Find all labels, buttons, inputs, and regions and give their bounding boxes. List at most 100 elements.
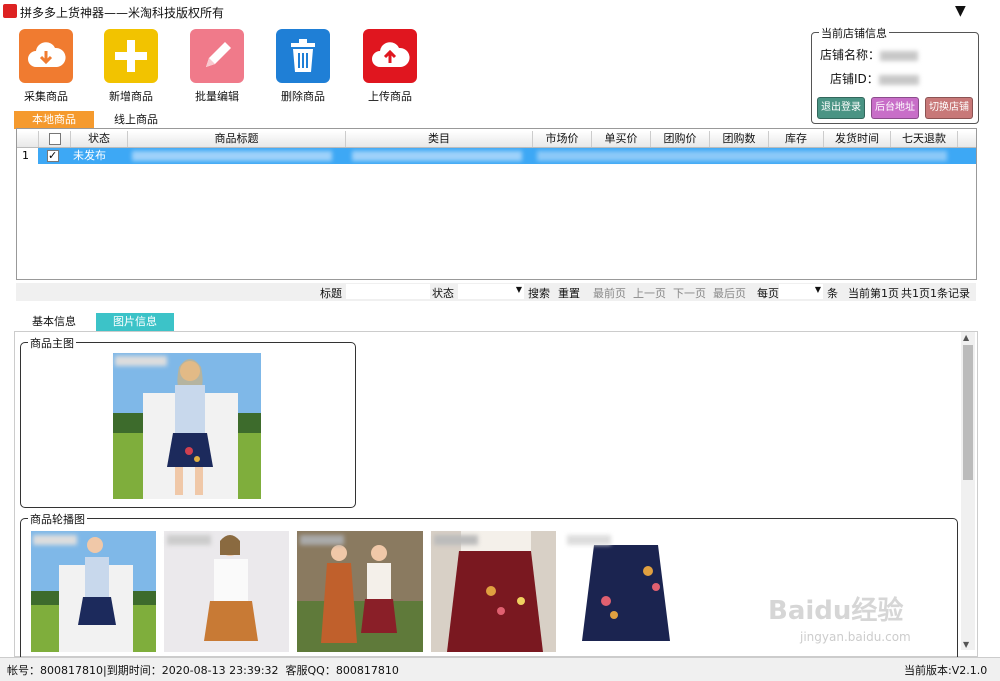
header-market-price[interactable]: 市场价 [533, 131, 592, 147]
status-bar: 帐号：800817810|到期时间：2020-08-13 23:39:32 客服… [0, 657, 1000, 681]
baidu-watermark: Baidu经验 [768, 596, 904, 626]
row-category-value [352, 151, 522, 161]
total-records-text: 共1页1条记录 [901, 287, 970, 300]
first-page-button[interactable]: 最前页 [593, 285, 626, 301]
delete-product-button[interactable]: 删除商品 [274, 29, 332, 104]
carousel-image-4[interactable] [431, 531, 556, 652]
title-filter-input[interactable] [346, 284, 430, 299]
status-dropdown-icon[interactable]: ▼ [516, 285, 522, 294]
trash-icon [276, 29, 330, 83]
main-image-legend: 商品主图 [28, 335, 76, 351]
batch-edit-button[interactable]: 批量编辑 [188, 29, 246, 104]
row-checkbox[interactable] [47, 148, 59, 164]
shop-name-label: 店铺名称： [820, 48, 881, 62]
carousel-legend: 商品轮播图 [28, 511, 87, 527]
main-image-caption [115, 354, 167, 367]
version-text: 当前版本:V2.1.0 [904, 664, 988, 677]
carousel-image-5[interactable] [564, 531, 689, 652]
carousel-caption-1-blur [33, 535, 77, 545]
next-page-button[interactable]: 下一页 [673, 285, 706, 301]
pager-bar: 标题 状态 ▼ 搜索 重置 最前页 上一页 下一页 最后页 每页 ▼ 条 当前第… [16, 283, 976, 301]
last-page-button[interactable]: 最后页 [713, 285, 746, 301]
scrollbar-thumb[interactable] [963, 345, 973, 480]
main-product-image[interactable] [113, 353, 261, 499]
tab-online-products[interactable]: 线上商品 [96, 111, 176, 129]
select-all-checkbox[interactable] [48, 133, 61, 145]
filter-title-label: 标题 [320, 287, 342, 300]
header-category[interactable]: 类目 [346, 131, 533, 147]
row-values-blurred [537, 151, 947, 161]
scroll-down-icon[interactable]: ▼ [963, 640, 969, 649]
tab-image-info[interactable]: 图片信息 [96, 313, 174, 331]
header-select-all[interactable] [39, 131, 71, 147]
row-status: 未发布 [73, 149, 106, 162]
upload-product-button[interactable]: 上传商品 [361, 29, 419, 104]
carousel-image-3[interactable] [297, 531, 423, 652]
current-page-text: 当前第1页 [848, 287, 899, 300]
carousel-caption-2 [167, 533, 211, 546]
filter-status-label: 状态 [432, 287, 454, 300]
title-bar: 拼多多上货神器——米淘科技版权所有 ▼ [0, 0, 1000, 22]
header-status[interactable]: 状态 [71, 131, 128, 147]
prev-page-button[interactable]: 上一页 [633, 285, 666, 301]
carousel-caption-2-blur [167, 535, 211, 545]
main-image-caption-blur [115, 356, 167, 366]
collect-product-button[interactable]: 采集商品 [17, 29, 75, 104]
upload-label: 上传商品 [368, 90, 412, 103]
per-page-label: 每页 [757, 287, 779, 300]
shop-name-row: 店铺名称： [820, 46, 919, 63]
header-group-price[interactable]: 团购价 [651, 131, 710, 147]
window-menu-icon[interactable]: ▼ [955, 3, 966, 19]
scroll-up-icon[interactable]: ▲ [963, 333, 969, 342]
row-select[interactable] [47, 148, 67, 164]
header-group-count[interactable]: 团购数 [710, 131, 769, 147]
header-ship-time[interactable]: 发货时间 [824, 131, 891, 147]
carousel-caption-5 [567, 533, 611, 546]
header-single-price[interactable]: 单买价 [592, 131, 651, 147]
add-label: 新增商品 [109, 90, 153, 103]
carousel-image-1[interactable] [31, 531, 156, 652]
product-grid: 状态 商品标题 类目 市场价 单买价 团购价 团购数 库存 发货时间 七天退款 … [16, 128, 977, 280]
baidu-watermark-url: jingyan.baidu.com [800, 630, 911, 644]
pencil-icon [190, 29, 244, 83]
grid-header: 状态 商品标题 类目 市场价 单买价 团购价 团购数 库存 发货时间 七天退款 [17, 131, 976, 148]
header-title[interactable]: 商品标题 [128, 131, 346, 147]
shop-id-value [878, 74, 919, 85]
carousel-caption-4 [434, 533, 478, 546]
carousel-image-2[interactable] [164, 531, 289, 652]
header-index [17, 131, 39, 147]
tab-local-products[interactable]: 本地商品 [14, 111, 94, 129]
shop-info-legend: 当前店铺信息 [819, 25, 889, 41]
reset-button[interactable]: 重置 [558, 285, 580, 301]
account-info-text: 帐号：800817810|到期时间：2020-08-13 23:39:32 客服… [7, 664, 399, 677]
header-stock[interactable]: 库存 [769, 131, 824, 147]
status-filter-select[interactable]: ▼ [458, 284, 524, 299]
search-button[interactable]: 搜索 [528, 285, 550, 301]
cloud-upload-icon [363, 29, 417, 83]
carousel-caption-4-blur [434, 535, 478, 545]
table-row[interactable]: 1 未发布 [17, 148, 976, 164]
logout-button[interactable]: 退出登录 [817, 97, 865, 119]
carousel-caption-3-blur [300, 535, 344, 545]
row-values [537, 148, 957, 164]
carousel-caption-3 [300, 533, 344, 546]
collect-label: 采集商品 [24, 90, 68, 103]
add-product-button[interactable]: 新增商品 [102, 29, 160, 104]
plus-icon [104, 29, 158, 83]
row-index: 1 [17, 148, 38, 164]
row-category [352, 148, 527, 164]
per-page-select[interactable]: ▼ [779, 284, 823, 299]
header-refund[interactable]: 七天退款 [891, 131, 958, 147]
batch-edit-label: 批量编辑 [195, 90, 239, 103]
switch-shop-button[interactable]: 切换店铺 [925, 97, 973, 119]
row-title-value [132, 151, 332, 161]
shop-id-row: 店铺ID： [830, 70, 919, 87]
carousel-caption-1 [33, 533, 77, 546]
backend-address-button[interactable]: 后台地址 [871, 97, 919, 119]
carousel-caption-5-blur [567, 535, 611, 545]
per-page-dropdown-icon[interactable]: ▼ [815, 285, 821, 294]
cloud-download-icon [19, 29, 73, 83]
tab-basic-info[interactable]: 基本信息 [14, 313, 94, 331]
row-title [132, 148, 337, 164]
window-title: 拼多多上货神器——米淘科技版权所有 [20, 6, 225, 20]
